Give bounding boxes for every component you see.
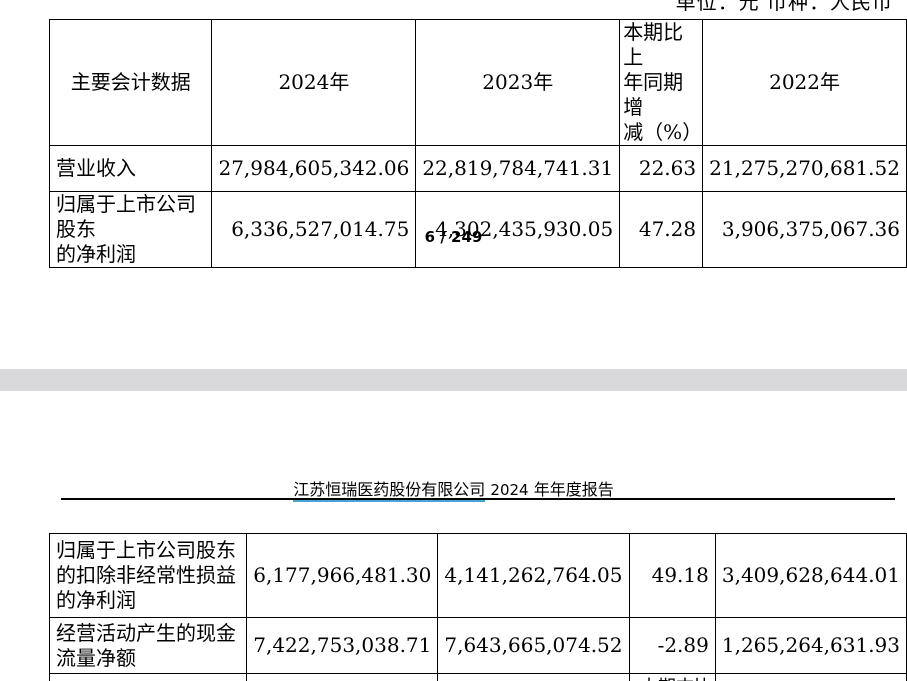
value-2023: 22,819,784,741.31 bbox=[415, 145, 621, 192]
value-2022: 1,265,264,631.93 bbox=[714, 617, 907, 674]
value-change: -2.89 bbox=[628, 617, 716, 674]
row-label: 营业收入 bbox=[48, 145, 213, 192]
header-rule bbox=[61, 498, 895, 500]
header-change-line: 减（%） bbox=[623, 120, 703, 144]
row-label-line: 的扣除非经常性损益 bbox=[56, 563, 236, 587]
header-change-line: 年同期增 bbox=[623, 70, 684, 119]
row-label-line: 营业收入 bbox=[56, 156, 136, 180]
page-separator bbox=[0, 369, 907, 391]
page-number: 6 / 249 bbox=[424, 228, 483, 246]
header-change-line: 本期比上 bbox=[623, 20, 684, 69]
row-label-line: 的净利润 bbox=[56, 588, 136, 612]
key-accounting-data-table-continued: 归属于上市公司股东 的扣除非经常性损益 的净利润 6,177,966,481.3… bbox=[48, 533, 907, 681]
header-2022: 2022年 bbox=[702, 19, 907, 146]
report-running-header: 江苏恒瑞医药股份有限公司 2024 年年度报告 bbox=[0, 476, 907, 502]
table-row: 营业收入 27,984,605,342.06 22,819,784,741.31… bbox=[48, 145, 907, 192]
table-row: 归属于上市公司股东 的扣除非经常性损益 的净利润 6,177,966,481.3… bbox=[48, 533, 907, 618]
row-label: 归属于上市公司股东 的扣除非经常性损益 的净利润 bbox=[48, 533, 248, 618]
row-label-line: 流量净额 bbox=[56, 645, 136, 670]
header-main-data: 主要会计数据 bbox=[48, 19, 213, 146]
table-row-cut-off bbox=[48, 673, 907, 681]
header-2023: 2023年 bbox=[415, 19, 621, 146]
value-2022: 21,275,270,681.52 bbox=[702, 145, 907, 192]
value-2024: 6,177,966,481.30 bbox=[246, 533, 439, 618]
value-2023: 7,643,665,074.52 bbox=[437, 617, 630, 674]
row-label-line: 归属于上市公司股东 bbox=[56, 538, 236, 562]
report-title: 年年度报告 bbox=[533, 480, 614, 499]
value-2024: 27,984,605,342.06 bbox=[211, 145, 417, 192]
value-2024: 7,422,753,038.71 bbox=[246, 617, 439, 674]
report-year: 2024 bbox=[490, 481, 529, 499]
header-change-percent: 本期比上 年同期增 减（%） bbox=[619, 19, 704, 146]
header-2024: 2024年 bbox=[211, 19, 417, 146]
table-row: 经营活动产生的现金 流量净额 7,422,753,038.71 7,643,66… bbox=[48, 617, 907, 674]
value-change: 49.18 bbox=[628, 533, 716, 618]
value-2022: 3,409,628,644.01 bbox=[714, 533, 907, 618]
unit-currency-note: 单位：元 币种：人民币 bbox=[675, 0, 893, 14]
row-label: 经营活动产生的现金 流量净额 bbox=[48, 617, 248, 674]
value-2023: 4,141,262,764.05 bbox=[437, 533, 630, 618]
value-change: 22.63 bbox=[619, 145, 704, 192]
row-label-line: 经营活动产生的现金 bbox=[56, 620, 236, 645]
cut-off-header-text: 本期末比 bbox=[640, 673, 712, 681]
table-header-row: 主要会计数据 2024年 2023年 本期比上 年同期增 减（%） 2022年 bbox=[48, 19, 907, 146]
